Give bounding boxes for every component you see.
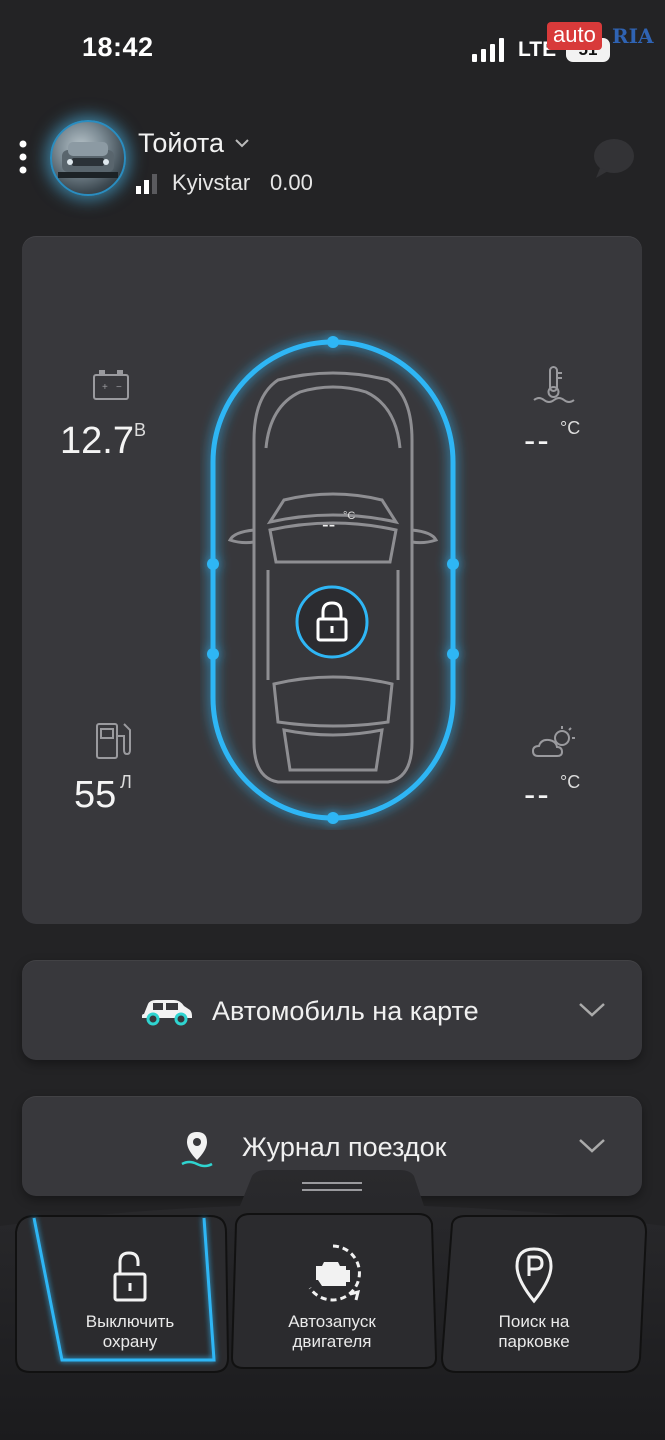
car-top-view	[207, 336, 459, 824]
trip-log-label[interactable]: Журнал поездок	[242, 1132, 446, 1163]
battery-voltage-unit: В	[134, 420, 147, 440]
car-name-selector[interactable]: Тойота	[138, 128, 224, 159]
car-photo-icon	[58, 142, 118, 178]
sim-balance: 0.00	[270, 170, 313, 195]
engine-autostart-label-2: двигателя	[292, 1332, 372, 1351]
outside-temperature: --	[524, 776, 551, 814]
engine-temperature-unit: °C	[560, 418, 581, 438]
cabin-temperature: --	[322, 514, 336, 536]
car-icon	[142, 1000, 192, 1026]
security-zone-outline	[207, 336, 459, 824]
map-section-label[interactable]: Автомобиль на карте	[212, 996, 479, 1027]
parking-search-label-1: Поиск на	[498, 1312, 570, 1331]
fuel-unit: Л	[120, 772, 132, 792]
chat-icon[interactable]	[590, 136, 638, 180]
engine-autostart-label-1: Автозапуск	[288, 1312, 376, 1331]
svg-text:−: −	[116, 382, 122, 393]
chevron-down-icon[interactable]	[234, 136, 250, 150]
fuel-pump-icon	[96, 723, 131, 759]
cellular-signal-icon	[472, 38, 504, 62]
weather-partly-cloudy-icon	[532, 726, 575, 757]
watermark-logo: auto RIA	[544, 14, 662, 60]
disarm-security-label-1: Выключить	[85, 1312, 175, 1331]
coolant-temperature-icon	[533, 366, 575, 403]
disarm-security-label-2: охрану	[102, 1332, 158, 1351]
engine-temperature: --	[524, 422, 551, 460]
more-menu-icon[interactable]	[16, 138, 30, 178]
watermark-ria: RIA	[612, 24, 654, 48]
operator-signal-icon	[136, 174, 157, 194]
car-avatar[interactable]	[50, 120, 126, 196]
parking-search-label-2: парковке	[498, 1332, 570, 1351]
location-pin-icon	[181, 1132, 213, 1168]
lock-closed-icon[interactable]	[294, 584, 370, 660]
battery-icon: + −	[93, 370, 129, 400]
parking-pin-icon	[515, 1247, 553, 1304]
chevron-down-icon[interactable]	[578, 1002, 606, 1018]
fuel-level: 55	[74, 774, 117, 816]
status-time: 18:42	[82, 32, 154, 62]
operator-name: Kyivstar	[172, 170, 251, 195]
lock-open-icon	[113, 1251, 147, 1302]
battery-voltage: 12.7	[60, 420, 134, 462]
chevron-down-icon[interactable]	[578, 1138, 606, 1154]
cabin-temperature-unit: °C	[343, 510, 356, 522]
svg-text:+: +	[102, 382, 108, 393]
outside-temperature-unit: °C	[560, 772, 581, 792]
watermark-auto: auto	[547, 22, 602, 50]
engine-start-icon	[308, 1244, 361, 1302]
